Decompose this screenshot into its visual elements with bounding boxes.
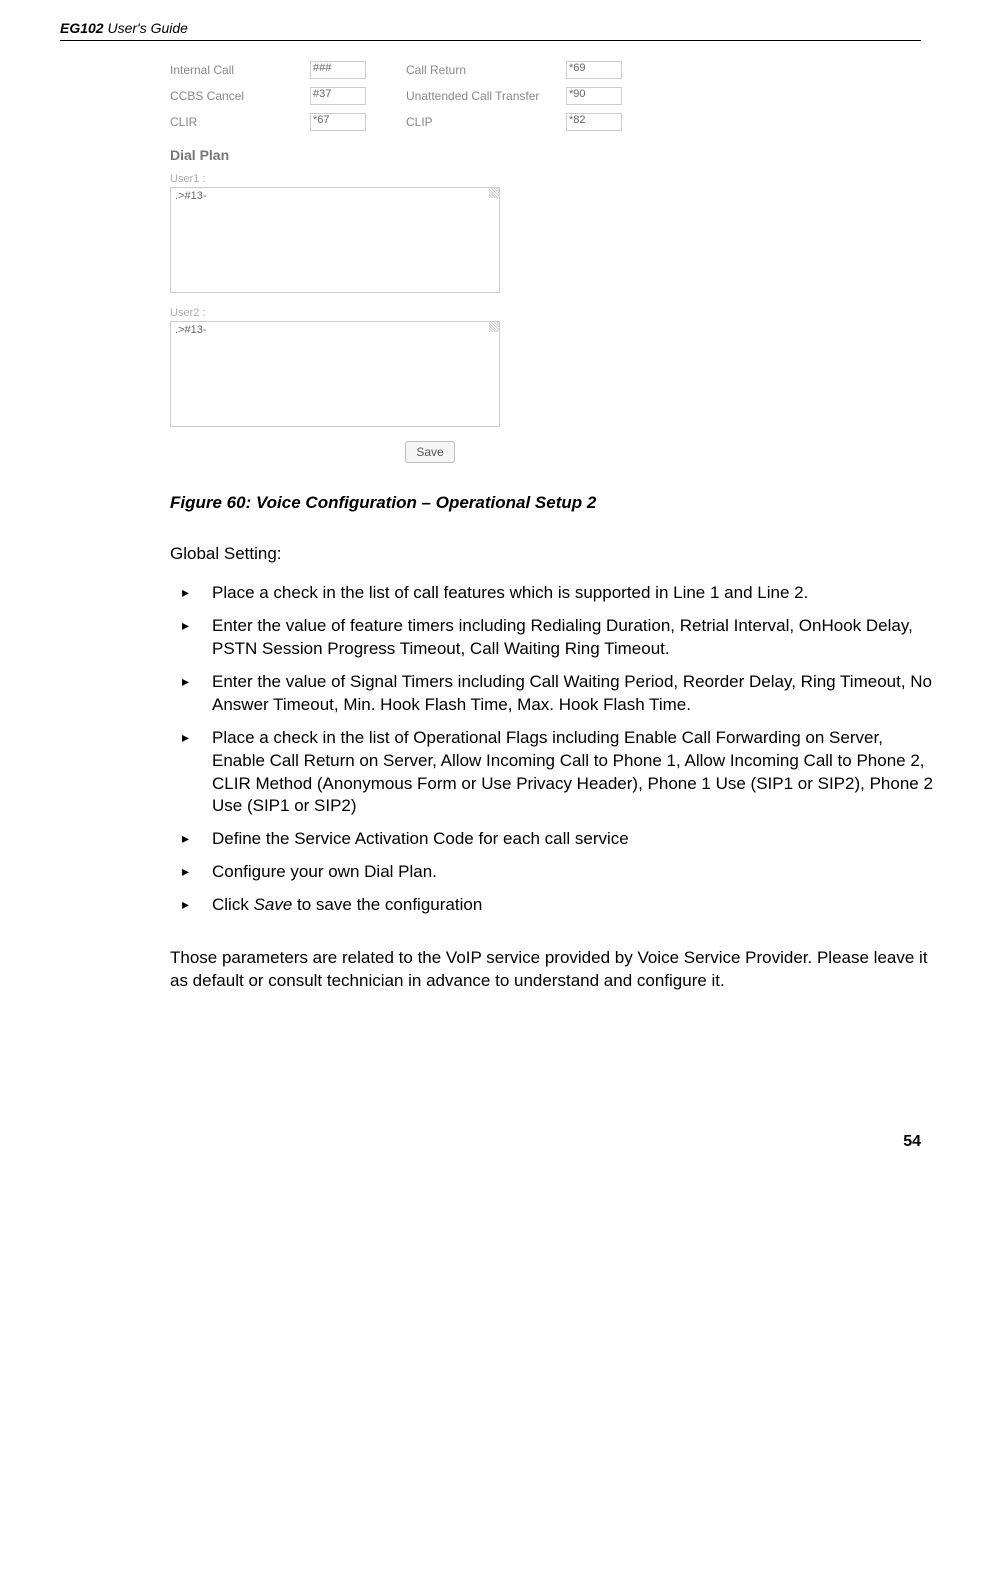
user1-textarea[interactable]: .>#13- <box>170 187 500 293</box>
label-clir: CLIR <box>170 115 310 129</box>
global-setting-label: Global Setting: <box>170 543 940 566</box>
service-code-row: Internal Call ### Call Return *69 <box>170 61 690 79</box>
label-clip: CLIP <box>406 115 566 129</box>
bullet-text: Define the Service Activation Code for e… <box>212 828 629 851</box>
header: EG102 User's Guide <box>60 20 921 41</box>
input-call-return[interactable]: *69 <box>566 61 622 79</box>
user1-label: User1 : <box>170 173 690 185</box>
bullet-text: Enter the value of feature timers includ… <box>212 615 940 661</box>
label-unattended-transfer: Unattended Call Transfer <box>406 89 566 103</box>
service-code-row: CLIR *67 CLIP *82 <box>170 113 690 131</box>
config-screenshot: Internal Call ### Call Return *69 CCBS C… <box>170 61 690 463</box>
triangle-bullet-icon: ▸ <box>170 894 212 917</box>
user1-value: .>#13- <box>175 190 207 202</box>
triangle-bullet-icon: ▸ <box>170 861 212 884</box>
figure-caption: Figure 60: Voice Configuration – Operati… <box>170 493 940 513</box>
user2-label: User2 : <box>170 307 690 319</box>
input-internal-call[interactable]: ### <box>310 61 366 79</box>
header-subtitle: User's Guide <box>104 20 188 36</box>
bullet-text: Place a check in the list of Operational… <box>212 727 940 819</box>
bullet-item: ▸ Configure your own Dial Plan. <box>170 861 940 884</box>
user2-textarea[interactable]: .>#13- <box>170 321 500 427</box>
triangle-bullet-icon: ▸ <box>170 828 212 851</box>
bullet-save-prefix: Click <box>212 895 254 914</box>
dial-plan-heading: Dial Plan <box>170 147 690 163</box>
input-clir[interactable]: *67 <box>310 113 366 131</box>
triangle-bullet-icon: ▸ <box>170 615 212 661</box>
bullet-item: ▸ Enter the value of feature timers incl… <box>170 615 940 661</box>
bullet-text: Place a check in the list of call featur… <box>212 582 808 605</box>
bullet-item: ▸ Click Save to save the configuration <box>170 894 940 917</box>
bullet-text: Configure your own Dial Plan. <box>212 861 437 884</box>
bullet-item: ▸ Place a check in the list of call feat… <box>170 582 940 605</box>
triangle-bullet-icon: ▸ <box>170 671 212 717</box>
closing-paragraph: Those parameters are related to the VoIP… <box>170 947 940 993</box>
bullet-save-italic: Save <box>254 895 293 914</box>
page-number: 54 <box>60 1133 921 1151</box>
label-internal-call: Internal Call <box>170 63 310 77</box>
user2-value: .>#13- <box>175 324 207 336</box>
save-button[interactable]: Save <box>405 441 454 463</box>
service-code-row: CCBS Cancel #37 Unattended Call Transfer… <box>170 87 690 105</box>
bullet-item: ▸ Define the Service Activation Code for… <box>170 828 940 851</box>
input-clip[interactable]: *82 <box>566 113 622 131</box>
bullet-text-save: Click Save to save the configuration <box>212 894 482 917</box>
bullet-item: ▸ Enter the value of Signal Timers inclu… <box>170 671 940 717</box>
bullet-item: ▸ Place a check in the list of Operation… <box>170 727 940 819</box>
triangle-bullet-icon: ▸ <box>170 582 212 605</box>
label-call-return: Call Return <box>406 63 566 77</box>
resize-handle-icon[interactable] <box>489 188 499 198</box>
input-unattended-transfer[interactable]: *90 <box>566 87 622 105</box>
triangle-bullet-icon: ▸ <box>170 727 212 819</box>
bullet-save-suffix: to save the configuration <box>292 895 482 914</box>
header-product: EG102 <box>60 20 104 36</box>
resize-handle-icon[interactable] <box>489 322 499 332</box>
bullet-text: Enter the value of Signal Timers includi… <box>212 671 940 717</box>
input-ccbs-cancel[interactable]: #37 <box>310 87 366 105</box>
label-ccbs-cancel: CCBS Cancel <box>170 89 310 103</box>
